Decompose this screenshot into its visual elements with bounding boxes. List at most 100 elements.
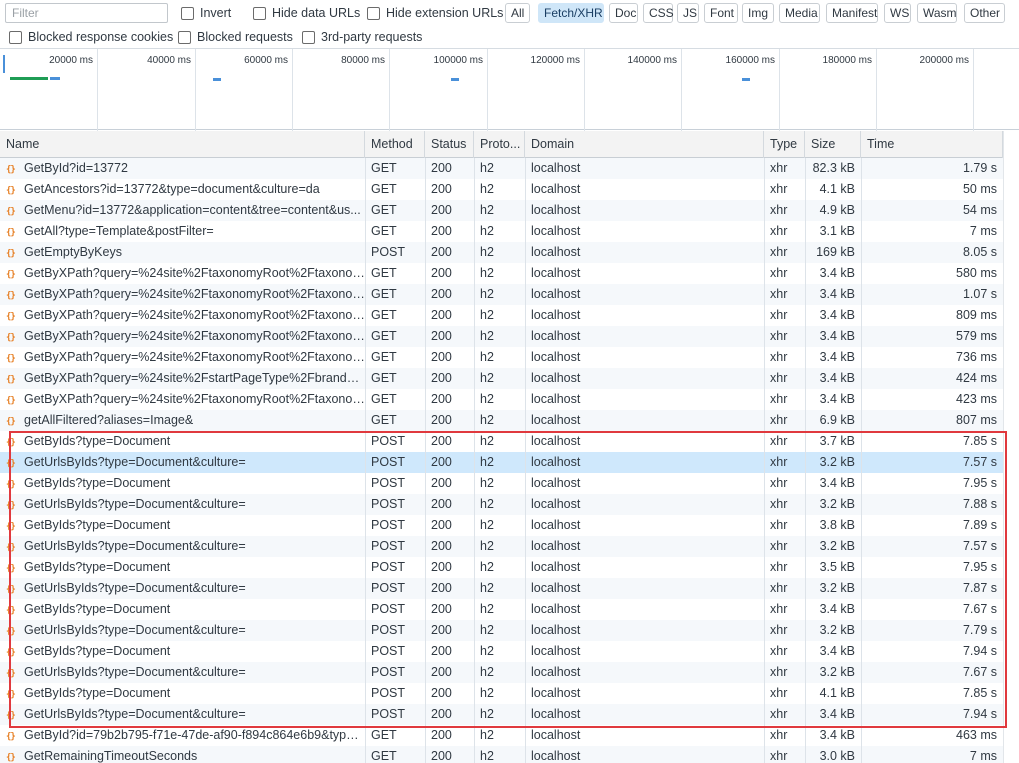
column-header-domain[interactable]: Domain: [525, 131, 764, 158]
cell-domain: localhost: [531, 518, 581, 532]
table-row[interactable]: {} GetUrlsByIds?type=Document&culture= POS…: [0, 578, 1019, 599]
table-row[interactable]: {} GetById?id=13772 GET 200 h2 localhost xhr 82…: [0, 158, 1019, 179]
table-row[interactable]: {} GetById?id=79b2b795-f71e-47de-af90-f89…: [0, 725, 1019, 746]
request-name-cell: {} GetByXPath?query=%24site%2FtaxonomyRoo…: [0, 284, 365, 305]
table-row[interactable]: {} GetUrlsByIds?type=Document&culture= POS…: [0, 620, 1019, 641]
filter-input[interactable]: [5, 3, 168, 23]
checkbox-box[interactable]: [178, 30, 191, 44]
cell-method: POST: [371, 665, 406, 679]
cell-domain: localhost: [531, 455, 581, 469]
filter-pill-css[interactable]: CSS: [643, 3, 674, 23]
filter-pill-font[interactable]: Font: [704, 3, 738, 23]
cell-status: 200: [431, 245, 452, 259]
checkbox-box[interactable]: [302, 30, 315, 44]
cell-proto: h2: [480, 665, 494, 679]
table-row[interactable]: {} GetEmptyByKeys POST 200 h2 localhost xhr 169…: [0, 242, 1019, 263]
cell-status: 200: [431, 623, 452, 637]
filter-pill-wasm[interactable]: Wasm: [917, 3, 957, 23]
cell-method: POST: [371, 581, 406, 595]
filter-pill-img[interactable]: Img: [742, 3, 774, 23]
timeline-overview[interactable]: 20000 ms 40000 ms 60000 ms 80000 ms 100000 m…: [0, 48, 1019, 131]
cell-size: 3.4 kB: [819, 329, 855, 343]
third-party-requests-checkbox[interactable]: 3rd-party requests: [302, 30, 422, 44]
cell-domain: localhost: [531, 560, 581, 574]
cell-size: 3.4 kB: [819, 308, 855, 322]
third-party-requests-label: 3rd-party requests: [321, 30, 423, 44]
table-row[interactable]: {} GetUrlsByIds?type=Document&culture= POS…: [0, 452, 1019, 473]
table-row[interactable]: {} GetAncestors?id=13772&type=document&cu…: [0, 179, 1019, 200]
table-row[interactable]: {} GetByXPath?query=%24site%2FtaxonomyRoo…: [0, 284, 1019, 305]
blocked-requests-checkbox[interactable]: Blocked requests: [178, 30, 293, 44]
filter-pill-js[interactable]: JS: [677, 3, 699, 23]
cell-domain: localhost: [531, 224, 581, 238]
table-row[interactable]: {} GetByIds?type=Document POST 200 h2 localho…: [0, 515, 1019, 536]
table-row[interactable]: {} GetUrlsByIds?type=Document&culture= POS…: [0, 536, 1019, 557]
filter-pill-doc[interactable]: Doc: [609, 3, 638, 23]
cell-time: 424 ms: [956, 371, 997, 385]
cell-domain: localhost: [531, 266, 581, 280]
cell-proto: h2: [480, 392, 494, 406]
table-row[interactable]: {} GetByXPath?query=%24site%2FstartPageTy…: [0, 368, 1019, 389]
filter-pill-all[interactable]: All: [505, 3, 530, 23]
hide-extension-urls-checkbox[interactable]: Hide extension URLs: [367, 6, 503, 20]
table-row[interactable]: {} GetUrlsByIds?type=Document&culture= POS…: [0, 704, 1019, 725]
filter-pill-manifest[interactable]: Manifest: [826, 3, 878, 23]
table-row[interactable]: {} GetByIds?type=Document POST 200 h2 localho…: [0, 431, 1019, 452]
cell-type: xhr: [770, 161, 788, 175]
filter-pill-ws[interactable]: WS: [884, 3, 911, 23]
overview-gridline: [292, 49, 293, 131]
table-row[interactable]: {} getAllFiltered?aliases=Image& GET 200 h2 l…: [0, 410, 1019, 431]
blocked-response-cookies-checkbox[interactable]: Blocked response cookies: [9, 30, 173, 44]
cell-size: 3.7 kB: [819, 434, 855, 448]
cell-size: 6.9 kB: [819, 413, 855, 427]
cell-proto: h2: [480, 434, 494, 448]
cell-domain: localhost: [531, 476, 581, 490]
table-row[interactable]: {} GetByXPath?query=%24site%2FtaxonomyRoo…: [0, 263, 1019, 284]
column-header-proto[interactable]: Proto...: [474, 131, 525, 158]
checkbox-box[interactable]: [9, 30, 22, 44]
column-header-size[interactable]: Size: [805, 131, 861, 158]
table-row[interactable]: {} GetRemainingTimeoutSeconds GET 200 h2 loca…: [0, 746, 1019, 763]
column-header-method[interactable]: Method: [365, 131, 425, 158]
checkbox-box[interactable]: [367, 6, 380, 20]
filter-pill-other[interactable]: Other: [964, 3, 1005, 23]
table-row[interactable]: {} GetAll?type=Template&postFilter= GET 200…: [0, 221, 1019, 242]
table-row[interactable]: {} GetByXPath?query=%24site%2FtaxonomyRoo…: [0, 347, 1019, 368]
overview-gridline: [876, 49, 877, 131]
table-row[interactable]: {} GetByIds?type=Document POST 200 h2 localho…: [0, 599, 1019, 620]
column-header-status[interactable]: Status: [425, 131, 474, 158]
table-row[interactable]: {} GetByIds?type=Document POST 200 h2 localho…: [0, 641, 1019, 662]
table-header: Name Method Status Proto... Domain Type Size Ti…: [0, 131, 1019, 158]
cell-size: 3.2 kB: [819, 497, 855, 511]
request-name-cell: {} GetById?id=13772: [0, 158, 365, 179]
cell-type: xhr: [770, 497, 788, 511]
table-row[interactable]: {} GetByIds?type=Document POST 200 h2 localho…: [0, 473, 1019, 494]
table-row[interactable]: {} GetByIds?type=Document POST 200 h2 localho…: [0, 557, 1019, 578]
table-row[interactable]: {} GetUrlsByIds?type=Document&culture= POS…: [0, 662, 1019, 683]
table-row[interactable]: {} GetByIds?type=Document POST 200 h2 localho…: [0, 683, 1019, 704]
cell-type: xhr: [770, 644, 788, 658]
hide-data-urls-checkbox[interactable]: Hide data URLs: [253, 6, 360, 20]
xhr-icon: {}: [6, 270, 16, 280]
column-header-type[interactable]: Type: [764, 131, 805, 158]
table-row[interactable]: {} GetByXPath?query=%24site%2FtaxonomyRoo…: [0, 305, 1019, 326]
checkbox-box[interactable]: [181, 6, 194, 20]
cell-method: POST: [371, 644, 406, 658]
cell-size: 4.9 kB: [819, 203, 855, 217]
request-name-cell: {} GetByIds?type=Document: [0, 683, 365, 704]
cell-domain: localhost: [531, 308, 581, 322]
cell-domain: localhost: [531, 581, 581, 595]
table-row[interactable]: {} GetUrlsByIds?type=Document&culture= POS…: [0, 494, 1019, 515]
scrollbar[interactable]: [1003, 131, 1019, 763]
invert-checkbox[interactable]: Invert: [181, 6, 231, 20]
filter-pill-fetch-xhr[interactable]: Fetch/XHR: [538, 3, 604, 23]
table-row[interactable]: {} GetByXPath?query=%24site%2FtaxonomyRoo…: [0, 326, 1019, 347]
cell-status: 200: [431, 665, 452, 679]
cell-type: xhr: [770, 476, 788, 490]
filter-pill-media[interactable]: Media: [779, 3, 820, 23]
table-row[interactable]: {} GetByXPath?query=%24site%2FtaxonomyRoo…: [0, 389, 1019, 410]
column-header-time[interactable]: Time: [861, 131, 1003, 158]
checkbox-box[interactable]: [253, 6, 266, 20]
table-row[interactable]: {} GetMenu?id=13772&application=content&t…: [0, 200, 1019, 221]
column-header-name[interactable]: Name: [0, 131, 365, 158]
